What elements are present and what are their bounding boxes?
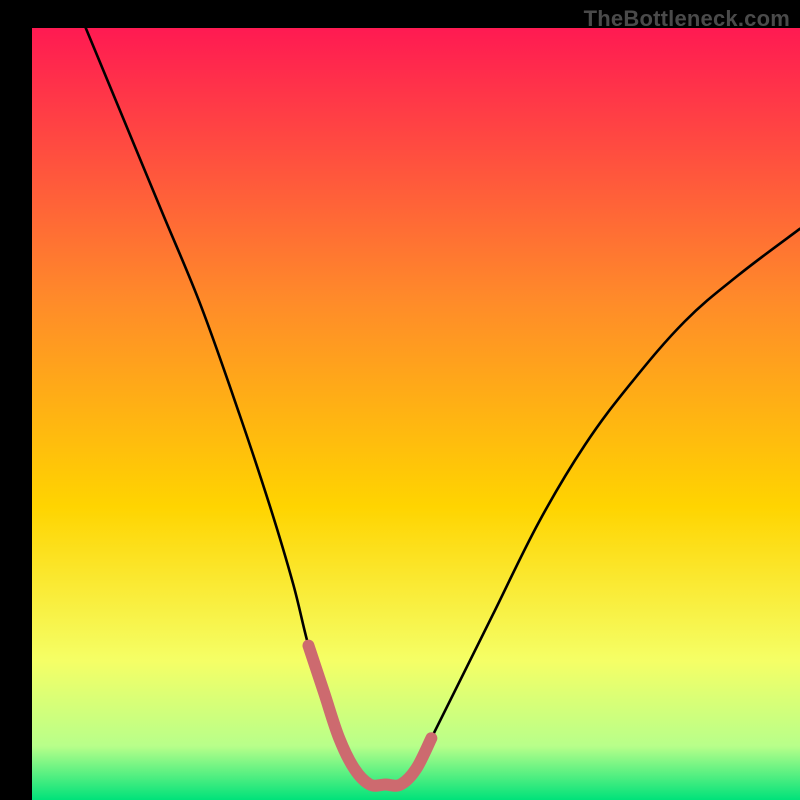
- bottleneck-chart: [0, 0, 800, 800]
- gradient-plot-background: [32, 28, 800, 800]
- watermark-text: TheBottleneck.com: [584, 6, 790, 32]
- chart-frame: TheBottleneck.com: [0, 0, 800, 800]
